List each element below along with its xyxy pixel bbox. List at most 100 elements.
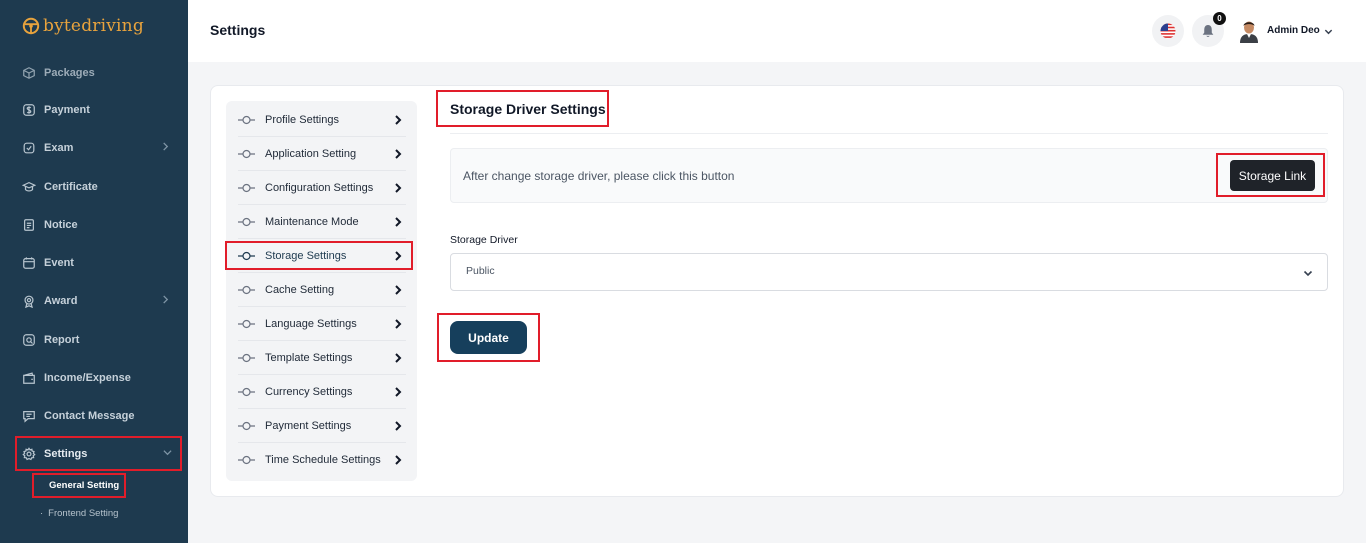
- settings-menu-item-label: Language Settings: [265, 318, 357, 330]
- sidebar-item-label: Award: [44, 295, 78, 307]
- steering-wheel-icon: [22, 17, 40, 35]
- chevron-right-icon: [395, 285, 402, 295]
- settings-menu-item-label: Currency Settings: [265, 386, 353, 398]
- storage-notice-text: After change storage driver, please clic…: [463, 169, 735, 183]
- update-button[interactable]: Update: [450, 321, 527, 354]
- page-title: Settings: [210, 22, 266, 38]
- settings-menu-item-label: Application Setting: [265, 148, 357, 160]
- storage-driver-label: Storage Driver: [450, 234, 518, 246]
- settings-menu-item[interactable]: Storage Settings: [238, 239, 406, 273]
- chevron-right-icon: [395, 115, 402, 125]
- sidebar-item-label: Event: [44, 257, 74, 269]
- user-name[interactable]: Admin Deo: [1267, 25, 1320, 36]
- message-icon: [23, 411, 35, 423]
- us-flag-icon: [1160, 23, 1176, 39]
- settings-menu-item[interactable]: Configuration Settings: [238, 171, 406, 205]
- storage-driver-select[interactable]: Public: [450, 253, 1328, 291]
- node-icon: [238, 115, 255, 125]
- node-icon: [238, 251, 255, 261]
- package-icon: [23, 67, 35, 79]
- settings-menu-item-label: Configuration Settings: [265, 182, 374, 194]
- settings-menu-item-label: Payment Settings: [265, 420, 352, 432]
- award-icon: [24, 295, 34, 308]
- node-icon: [238, 421, 255, 431]
- sidebar-item-label: Contact Message: [44, 410, 135, 422]
- settings-menu-item[interactable]: Currency Settings: [238, 375, 406, 409]
- chevron-right-icon: [395, 455, 402, 465]
- sidebar-item-label: Settings: [44, 448, 88, 460]
- node-icon: [238, 319, 255, 329]
- settings-menu-item[interactable]: Time Schedule Settings: [238, 443, 406, 477]
- sidebar-item-label: Payment: [44, 104, 90, 116]
- chevron-right-icon: [395, 353, 402, 363]
- sidebar-item-label: Exam: [44, 142, 74, 154]
- language-button[interactable]: [1152, 15, 1184, 47]
- divider: [450, 133, 1328, 134]
- node-icon: [238, 455, 255, 465]
- sidebar-subitem-frontend-setting[interactable]: · Frontend Setting: [40, 508, 170, 519]
- sidebar-item-label: Certificate: [44, 181, 98, 193]
- node-icon: [238, 353, 255, 363]
- sidebar-subitem-general-setting[interactable]: General Setting: [49, 480, 169, 491]
- chevron-right-icon: [163, 295, 169, 304]
- node-icon: [238, 285, 255, 295]
- calendar-icon: [23, 257, 35, 269]
- node-icon: [238, 183, 255, 193]
- chevron-down-icon: [163, 450, 172, 456]
- sidebar-item-report[interactable]: Report: [0, 321, 188, 359]
- brand-logo[interactable]: bytedriving: [22, 16, 144, 36]
- node-icon: [238, 149, 255, 159]
- settings-menu-item[interactable]: Cache Setting: [238, 273, 406, 307]
- exam-icon: [23, 142, 35, 154]
- storage-link-button[interactable]: Storage Link: [1230, 160, 1315, 191]
- settings-menu-item[interactable]: Profile Settings: [238, 103, 406, 137]
- settings-menu-item-label: Cache Setting: [265, 284, 335, 296]
- chevron-right-icon: [395, 387, 402, 397]
- chevron-down-icon[interactable]: [1324, 27, 1333, 36]
- sidebar-item-label: Income/Expense: [44, 372, 131, 384]
- certificate-icon: [22, 181, 36, 192]
- settings-menu-item[interactable]: Application Setting: [238, 137, 406, 171]
- sidebar-item-income-expense[interactable]: Income/Expense: [0, 359, 188, 397]
- chevron-right-icon: [395, 251, 402, 261]
- settings-menu-item-label: Profile Settings: [265, 114, 339, 126]
- chevron-right-icon: [395, 319, 402, 329]
- sidebar-item-event[interactable]: Event: [0, 244, 188, 282]
- settings-menu-item-label: Template Settings: [265, 352, 353, 364]
- sidebar-item-packages[interactable]: Packages: [0, 54, 188, 92]
- sidebar-item-certificate[interactable]: Certificate: [0, 168, 188, 206]
- node-icon: [238, 217, 255, 227]
- sidebar-item-award[interactable]: Award: [0, 282, 188, 320]
- settings-menu-item-label: Time Schedule Settings: [265, 454, 381, 466]
- sidebar-item-label: Report: [44, 334, 80, 346]
- avatar[interactable]: [1238, 19, 1260, 43]
- chevron-right-icon: [395, 421, 402, 431]
- chevron-right-icon: [163, 142, 169, 151]
- settings-menu-item-label: Storage Settings: [265, 250, 347, 262]
- gear-icon: [22, 447, 36, 461]
- settings-menu-item[interactable]: Payment Settings: [238, 409, 406, 443]
- sidebar: bytedriving Packages Payment Exam Certif…: [0, 0, 188, 543]
- notification-button[interactable]: 0: [1192, 12, 1226, 47]
- sidebar-item-notice[interactable]: Notice: [0, 206, 188, 244]
- settings-menu-item[interactable]: Language Settings: [238, 307, 406, 341]
- notification-badge: 0: [1213, 12, 1226, 25]
- bell-icon: [1202, 25, 1214, 37]
- wallet-icon: [23, 372, 35, 384]
- bullet-icon: ·: [40, 508, 44, 519]
- notice-icon: [24, 219, 34, 231]
- settings-menu-item-label: Maintenance Mode: [265, 216, 359, 228]
- sidebar-item-label: Packages: [44, 67, 95, 79]
- sidebar-item-settings[interactable]: Settings: [0, 435, 188, 473]
- chevron-right-icon: [395, 183, 402, 193]
- sidebar-item-exam[interactable]: Exam: [0, 129, 188, 167]
- top-header: Settings 0 Admin Deo: [188, 0, 1366, 62]
- chevron-right-icon: [395, 217, 402, 227]
- settings-menu-item[interactable]: Template Settings: [238, 341, 406, 375]
- node-icon: [238, 387, 255, 397]
- sidebar-item-contact-message[interactable]: Contact Message: [0, 397, 188, 435]
- section-title: Storage Driver Settings: [450, 101, 606, 117]
- sidebar-item-payment[interactable]: Payment: [0, 91, 188, 129]
- sidebar-item-label: Notice: [44, 219, 78, 231]
- settings-menu-item[interactable]: Maintenance Mode: [238, 205, 406, 239]
